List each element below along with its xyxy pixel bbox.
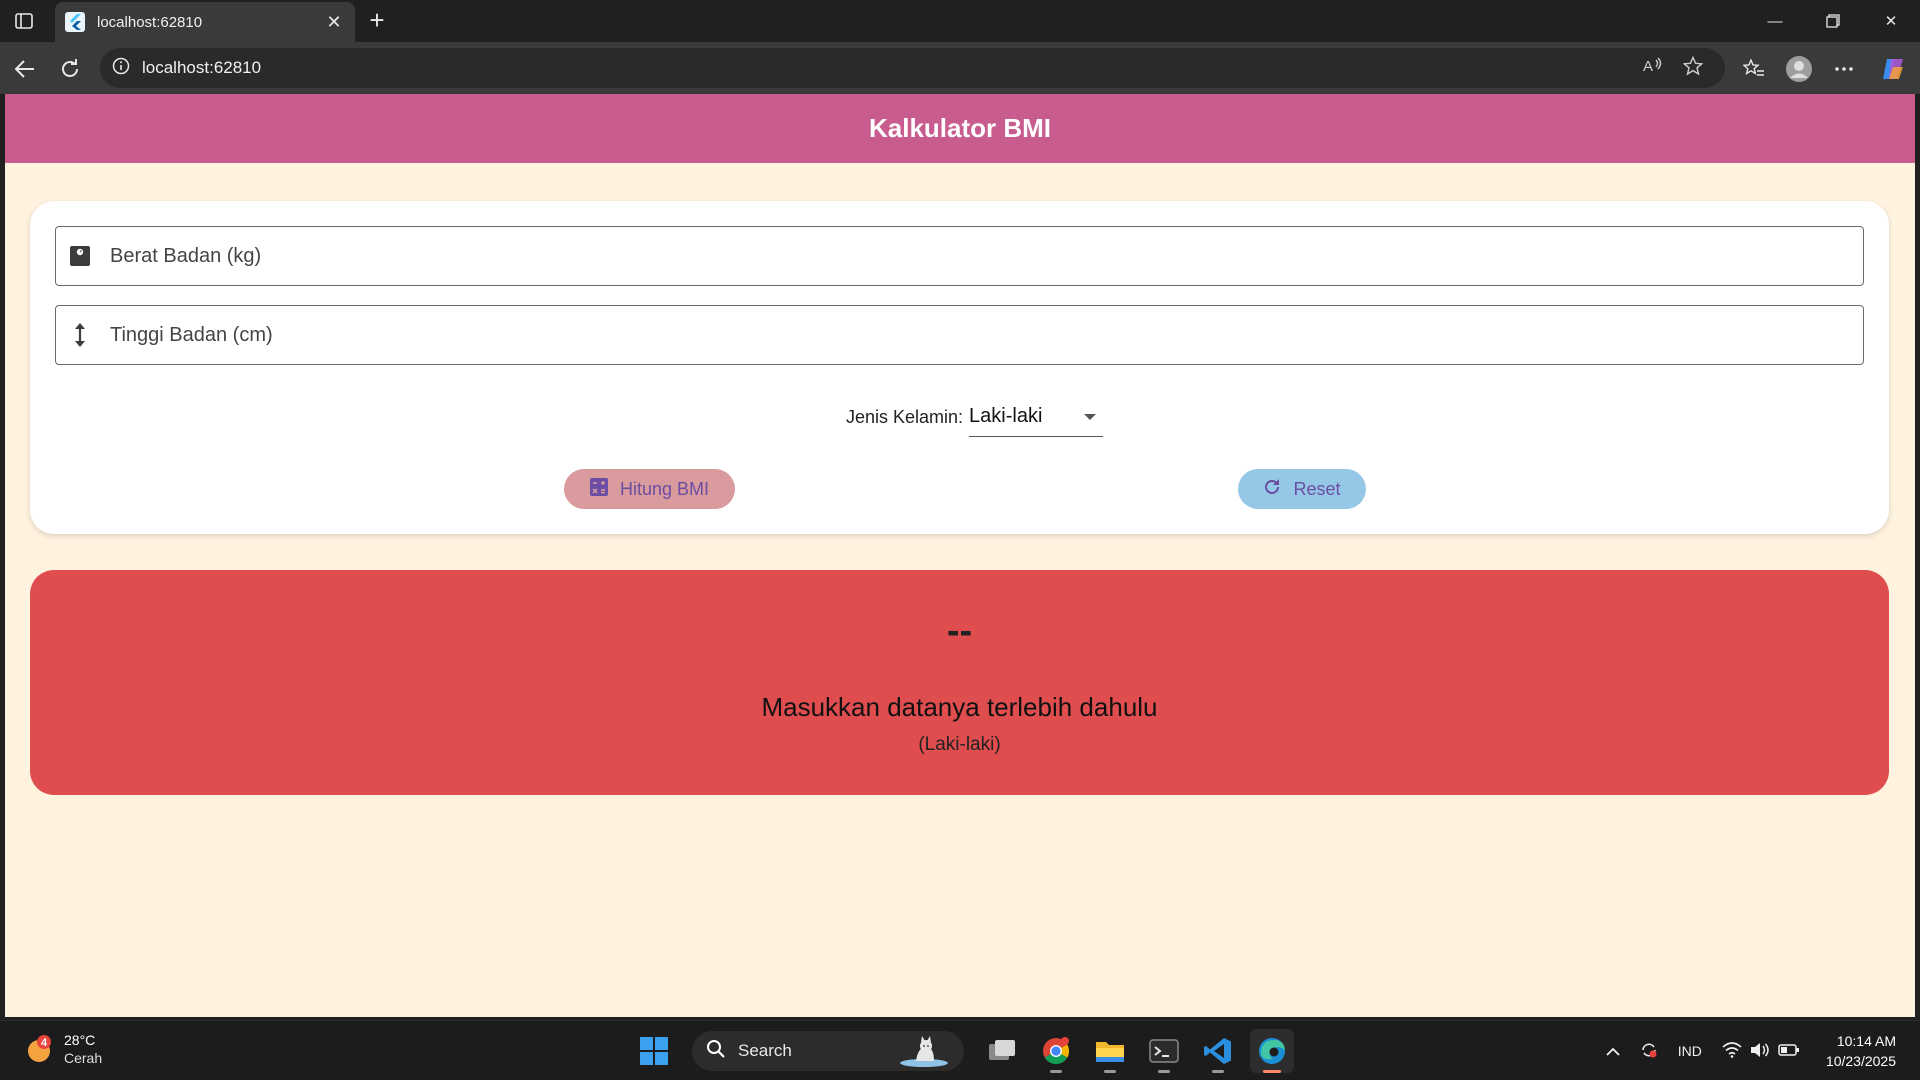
chrome-icon[interactable] (1034, 1029, 1078, 1073)
search-icon (706, 1039, 726, 1064)
page-title: Kalkulator BMI (868, 113, 1052, 143)
weather-badge: 4 (41, 1037, 48, 1049)
weight-field[interactable] (55, 226, 1864, 286)
bmi-value: -- (946, 610, 973, 652)
calculator-icon (589, 477, 608, 501)
chevron-up-icon[interactable] (1606, 1043, 1620, 1059)
language-indicator[interactable]: IND (1678, 1043, 1702, 1059)
gender-selected-value: Laki-laki (969, 405, 1043, 427)
flutter-favicon-icon (65, 12, 85, 32)
weather-temperature: 28°C (64, 1032, 96, 1048)
volume-icon[interactable] (1750, 1042, 1770, 1061)
clock-date: 10/23/2025 (1825, 1053, 1896, 1069)
more-icon[interactable] (1827, 52, 1861, 86)
hitung-bmi-button[interactable]: Hitung BMI (564, 469, 735, 509)
running-indicator (1158, 1070, 1170, 1073)
edge-icon[interactable] (1250, 1029, 1294, 1073)
running-indicator (1104, 1070, 1116, 1073)
window-controls: — ✕ (1746, 0, 1920, 42)
active-indicator (1263, 1070, 1281, 1073)
height-input[interactable] (110, 306, 1863, 364)
reset-label: Reset (1293, 478, 1341, 499)
address-bar[interactable]: localhost:62810 A (100, 48, 1725, 88)
height-arrows-icon (68, 323, 92, 347)
gender-dropdown[interactable]: Laki-laki (969, 397, 1104, 437)
taskbar-apps: Search (632, 1029, 1294, 1073)
browser-tab[interactable]: localhost:62810 ✕ (55, 2, 355, 42)
tab-title: localhost:62810 (97, 13, 203, 31)
dropdown-arrow-icon (1083, 408, 1097, 426)
tab-actions-icon[interactable] (10, 8, 38, 34)
running-indicator (1050, 1070, 1062, 1073)
reset-button[interactable]: Reset (1238, 469, 1366, 509)
svg-text:A: A (1643, 58, 1653, 74)
gender-label: Jenis Kelamin: (845, 406, 964, 427)
app-bar: Kalkulator BMI (5, 94, 1915, 163)
terminal-icon[interactable] (1142, 1029, 1186, 1073)
hitung-bmi-label: Hitung BMI (619, 478, 710, 499)
scale-icon (68, 244, 92, 268)
close-icon[interactable]: ✕ (323, 12, 345, 33)
gender-row: Jenis Kelamin: Laki-laki (30, 397, 1889, 437)
back-arrow-icon[interactable] (10, 54, 40, 84)
battery-icon[interactable] (1778, 1043, 1800, 1060)
restore-icon[interactable] (1804, 0, 1862, 42)
windows-start-icon[interactable] (632, 1029, 676, 1073)
sun-icon: 4 (24, 1034, 54, 1064)
app-page: Kalkulator BMI Jenis Kelamin: Laki-laki (5, 94, 1915, 1017)
minimize-icon[interactable]: — (1746, 0, 1804, 42)
height-field[interactable] (55, 305, 1864, 365)
vscode-icon[interactable] (1196, 1029, 1240, 1073)
browser-tabstrip: localhost:62810 ✕ + — ✕ (0, 0, 1920, 42)
clock-time: 10:14 AM (1836, 1033, 1896, 1049)
task-view-icon[interactable] (980, 1029, 1024, 1073)
read-aloud-icon[interactable]: A (1643, 56, 1663, 81)
result-message: Masukkan datanya terlebih dahulu (761, 692, 1158, 722)
result-gender: (Laki-laki) (918, 734, 1001, 755)
file-explorer-icon[interactable] (1088, 1029, 1132, 1073)
url-text[interactable]: localhost:62810 (142, 58, 1643, 78)
search-highlight-cat-icon (898, 1035, 950, 1072)
close-window-icon[interactable]: ✕ (1862, 0, 1920, 42)
refresh-icon[interactable] (55, 54, 85, 84)
refresh-icon (1263, 478, 1281, 501)
weather-widget[interactable]: 4 28°C Cerah (24, 1031, 102, 1067)
info-icon[interactable] (112, 57, 130, 80)
running-indicator (1212, 1070, 1224, 1073)
wifi-icon[interactable] (1722, 1041, 1742, 1061)
weight-input[interactable] (110, 227, 1863, 285)
taskbar-search[interactable]: Search (692, 1031, 964, 1071)
search-label: Search (738, 1041, 792, 1060)
plus-icon[interactable]: + (362, 6, 392, 36)
taskbar: 4 28°C Cerah Search IND 10:14 AM 10/23/2… (0, 1020, 1920, 1080)
profile-icon[interactable] (1782, 52, 1816, 86)
input-card: Jenis Kelamin: Laki-laki Hitung BMI Rese… (30, 201, 1889, 534)
sync-icon[interactable] (1640, 1041, 1658, 1062)
result-card: -- Masukkan datanya terlebih dahulu (Lak… (30, 570, 1889, 795)
browser-toolbar: localhost:62810 A (0, 42, 1920, 94)
star-icon[interactable] (1682, 55, 1704, 81)
system-tray: IND 10:14 AM 10/23/2025 (1596, 1029, 1920, 1073)
copilot-icon[interactable] (1876, 52, 1910, 86)
clock[interactable]: 10:14 AM 10/23/2025 (1826, 1031, 1896, 1071)
favorites-list-icon[interactable] (1737, 52, 1771, 86)
weather-condition: Cerah (64, 1050, 103, 1066)
